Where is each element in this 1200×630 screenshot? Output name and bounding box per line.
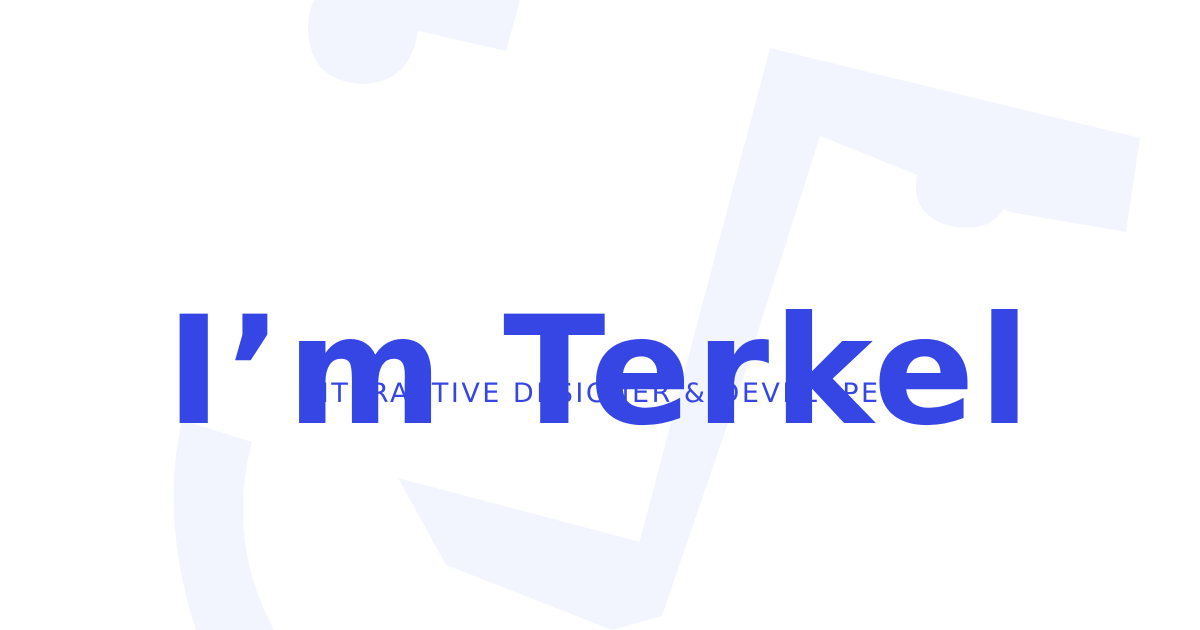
hero-section: I’m Terkel INTERACTIVE DESIGNER & DEVELO… <box>0 0 1200 630</box>
headline-subtitle: INTERACTIVE DESIGNER & DEVELOPER <box>298 378 902 409</box>
headline-name: I’m Terkel <box>165 284 1035 459</box>
